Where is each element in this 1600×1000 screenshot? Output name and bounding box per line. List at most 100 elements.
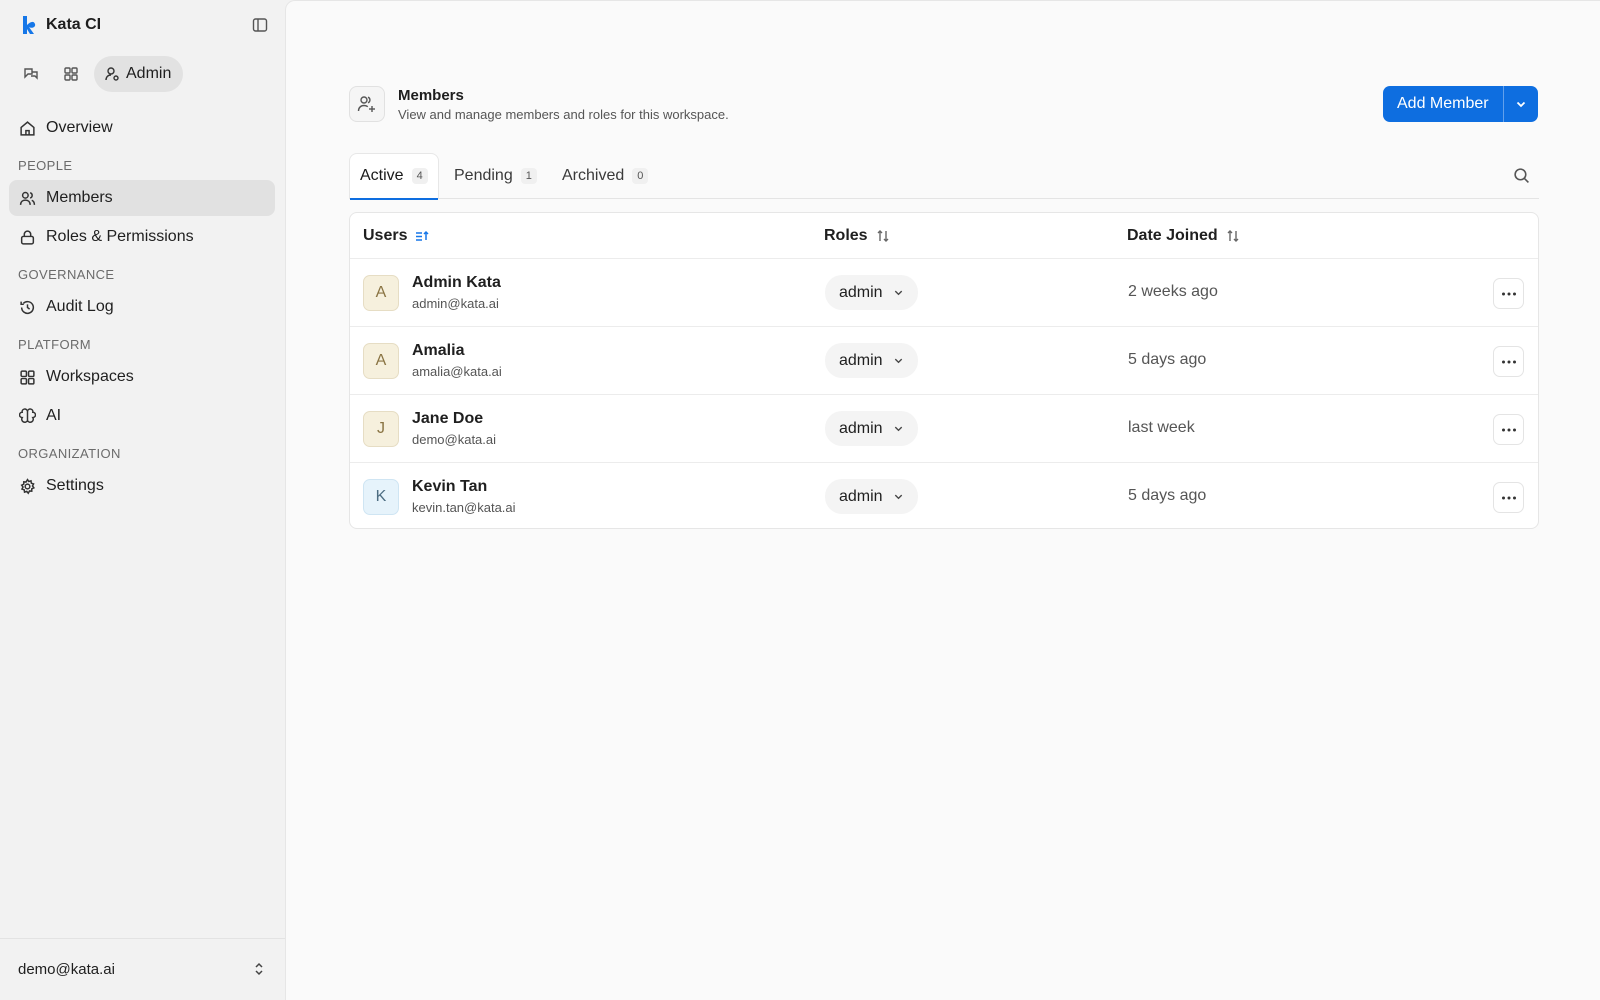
add-member-button-group: Add Member <box>1383 86 1538 122</box>
avatar: J <box>363 411 399 447</box>
avatar: A <box>363 275 399 311</box>
member-status-tabs: Active 4 Pending 1 Archived 0 <box>349 153 1539 200</box>
role-value: admin <box>839 419 883 437</box>
avatar: A <box>363 343 399 379</box>
date-joined: 5 days ago <box>1128 487 1207 504</box>
mode-admin-button[interactable]: Admin <box>94 56 184 92</box>
row-actions-button[interactable] <box>1493 278 1524 309</box>
chat-icon <box>24 68 38 80</box>
user-name: Jane Doe <box>412 410 484 427</box>
sidebar-item-audit-log[interactable]: Audit Log <box>9 289 275 325</box>
more-horizontal-icon <box>1501 360 1516 363</box>
user-icon <box>105 67 119 81</box>
sidebar-item-label: Workspaces <box>46 368 134 385</box>
page-header: Members View and manage members and role… <box>349 86 729 122</box>
sort-icon <box>1227 230 1239 242</box>
nav-section-organization: ORGANIZATION <box>18 445 121 461</box>
mode-switcher: Admin <box>14 56 184 92</box>
page-description: View and manage members and roles for th… <box>398 106 729 122</box>
nav-section-people: PEOPLE <box>18 157 73 173</box>
add-member-dropdown-button[interactable] <box>1504 86 1538 122</box>
account-switcher[interactable]: demo@kata.ai <box>0 938 285 1000</box>
chevron-down-icon <box>894 426 902 432</box>
sidebar-toggle-icon <box>252 18 268 32</box>
tab-active[interactable]: Active 4 <box>349 153 439 200</box>
lock-icon <box>20 229 35 245</box>
page-title: Members <box>398 86 464 104</box>
user-email: admin@kata.ai <box>412 296 499 311</box>
sidebar-item-roles[interactable]: Roles & Permissions <box>9 219 275 255</box>
chevron-up-down-icon <box>255 962 263 976</box>
members-table: Users Roles Date Joined A Admin Kata adm… <box>349 212 1539 529</box>
add-member-button[interactable]: Add Member <box>1383 86 1503 122</box>
user-email: kevin.tan@kata.ai <box>412 500 516 515</box>
brain-icon <box>19 407 36 423</box>
column-label: Date Joined <box>1127 227 1218 244</box>
sort-icon <box>877 230 889 242</box>
row-actions-button[interactable] <box>1493 346 1524 377</box>
user-name: Kevin Tan <box>412 478 488 495</box>
more-horizontal-icon <box>1501 496 1516 499</box>
users-icon <box>19 191 36 205</box>
table-row[interactable]: K Kevin Tan kevin.tan@kata.ai admin 5 da… <box>350 463 1538 528</box>
sidebar: Kata CI Admin Overview PEOPLE Members Ro… <box>0 0 285 1000</box>
role-value: admin <box>839 283 883 301</box>
role-value: admin <box>839 351 883 369</box>
grid-icon <box>64 67 78 81</box>
role-select[interactable]: admin <box>825 275 918 310</box>
kata-logo-icon <box>23 16 36 34</box>
chevron-down-icon <box>1516 101 1525 108</box>
role-select[interactable]: admin <box>825 479 918 514</box>
sidebar-item-ai[interactable]: AI <box>9 398 275 434</box>
search-icon <box>1513 167 1529 183</box>
sidebar-item-label: Audit Log <box>46 298 114 315</box>
sidebar-item-label: AI <box>46 407 62 424</box>
sidebar-item-workspaces[interactable]: Workspaces <box>9 359 275 395</box>
home-icon <box>20 120 35 136</box>
column-header-roles[interactable]: Roles <box>824 213 890 259</box>
table-row[interactable]: A Amalia amalia@kata.ai admin 5 days ago <box>350 327 1538 395</box>
tab-pending[interactable]: Pending 1 <box>444 153 547 198</box>
more-horizontal-icon <box>1501 428 1516 431</box>
date-joined: 5 days ago <box>1128 351 1207 368</box>
table-row[interactable]: J Jane Doe demo@kata.ai admin last week <box>350 395 1538 463</box>
history-icon <box>20 300 35 314</box>
date-joined: last week <box>1128 419 1195 436</box>
sidebar-item-members[interactable]: Members <box>9 180 275 216</box>
search-button[interactable] <box>1509 163 1533 187</box>
column-header-users[interactable]: Users <box>363 213 430 259</box>
sidebar-item-label: Overview <box>46 119 113 136</box>
column-header-date-joined[interactable]: Date Joined <box>1127 213 1240 259</box>
table-row[interactable]: A Admin Kata admin@kata.ai admin 2 weeks… <box>350 259 1538 327</box>
members-header-icon-box <box>349 86 385 122</box>
nav-section-platform: PLATFORM <box>18 336 92 352</box>
sort-ascending-icon <box>416 230 430 241</box>
mode-apps-button[interactable] <box>54 56 88 92</box>
column-label: Roles <box>824 227 868 244</box>
mode-chat-button[interactable] <box>14 56 48 92</box>
sidebar-item-label: Members <box>46 189 113 206</box>
row-actions-button[interactable] <box>1493 414 1524 445</box>
column-label: Users <box>363 227 408 244</box>
sidebar-toggle-button[interactable] <box>250 15 270 35</box>
chevron-down-icon <box>894 358 902 364</box>
role-select[interactable]: admin <box>825 343 918 378</box>
user-name: Admin Kata <box>412 274 501 291</box>
gear-icon <box>20 477 36 494</box>
row-actions-button[interactable] <box>1493 482 1524 513</box>
tab-label: Active <box>360 167 404 184</box>
sidebar-nav: Overview PEOPLE Members Roles & Permissi… <box>9 110 275 507</box>
sidebar-item-overview[interactable]: Overview <box>9 110 275 146</box>
tab-label: Pending <box>454 166 513 184</box>
more-horizontal-icon <box>1501 292 1516 295</box>
chevron-down-icon <box>894 290 902 296</box>
sidebar-item-label: Roles & Permissions <box>46 228 194 245</box>
brand[interactable]: Kata CI <box>20 14 101 36</box>
sidebar-item-settings[interactable]: Settings <box>9 468 275 504</box>
user-email: demo@kata.ai <box>412 432 497 447</box>
tab-archived[interactable]: Archived 0 <box>552 153 658 198</box>
role-select[interactable]: admin <box>825 411 918 446</box>
user-name: Amalia <box>412 342 465 359</box>
mode-admin-label: Admin <box>126 65 172 82</box>
user-email: amalia@kata.ai <box>412 364 502 379</box>
